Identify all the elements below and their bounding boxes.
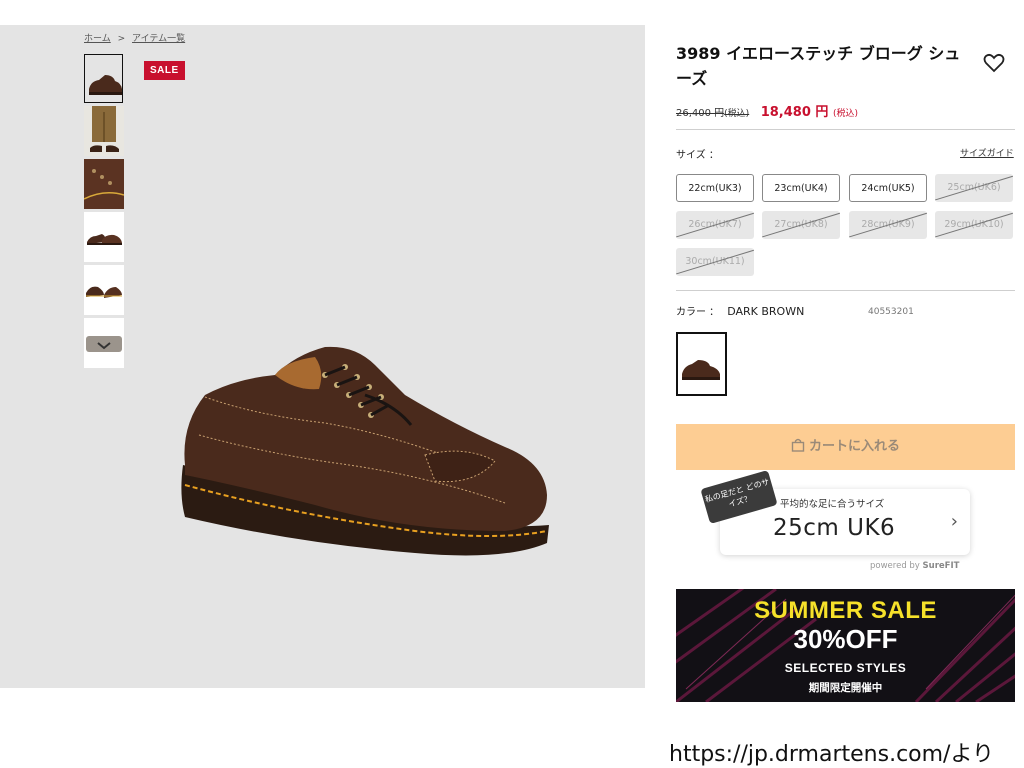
thumbnail-4[interactable] [84, 212, 124, 262]
size-option-29[interactable]: 29cm(UK10) [935, 211, 1013, 239]
size-guide-link[interactable]: サイズガイド [960, 146, 1014, 159]
old-price: 26,400 円(税込) [676, 108, 750, 119]
size-label: サイズ ： [676, 150, 719, 161]
color-swatch-dark-brown[interactable] [676, 332, 727, 396]
sale-price: 18,480 円 (税込) [760, 105, 858, 120]
thumbnail-5[interactable] [84, 265, 124, 315]
thumbnail-1[interactable] [84, 54, 123, 103]
thumbnail-2[interactable] [84, 106, 124, 156]
source-note: https://jp.drmartens.com/より [669, 742, 995, 767]
price-block: 26,400 円(税込) 18,480 円 (税込) [676, 101, 858, 120]
size-option-25[interactable]: 25cm(UK6) [935, 174, 1013, 202]
sale-price-tax: (税込) [832, 109, 858, 119]
size-option-28[interactable]: 28cm(UK9) [849, 211, 927, 239]
product-code: 40553201 [868, 307, 914, 317]
chevron-right-icon: › [950, 511, 958, 532]
size-option-23[interactable]: 23cm(UK4) [762, 174, 840, 202]
breadcrumb: ホーム > アイテム一覧 [84, 31, 189, 44]
divider [676, 290, 1015, 291]
old-price-tax: (税込) [724, 109, 750, 119]
banner-line-2: 30%OFF [793, 624, 898, 654]
divider [676, 129, 1015, 130]
surefit-subtitle: 平均的な足に合うサイズ [780, 499, 885, 510]
color-row: カラー ： DARK BROWN [676, 303, 804, 318]
banner-line-3: SELECTED STYLES [784, 661, 907, 675]
banner-line-4: 期間限定開催中 [808, 682, 883, 694]
sale-badge: SALE [144, 61, 185, 80]
powered-by: powered by SureFIT [870, 561, 960, 571]
size-option-30[interactable]: 30cm(UK11) [676, 248, 754, 276]
breadcrumb-item-list[interactable]: アイテム一覧 [132, 34, 185, 44]
size-option-24[interactable]: 24cm(UK5) [849, 174, 927, 202]
thumbnail-6[interactable] [84, 318, 124, 368]
color-name: DARK BROWN [727, 305, 805, 318]
size-option-26[interactable]: 26cm(UK7) [676, 211, 754, 239]
size-option-27[interactable]: 27cm(UK8) [762, 211, 840, 239]
surefit-size: 25cm UK6 [773, 515, 896, 541]
banner-line-1: SUMMER SALE [754, 597, 937, 624]
size-option-22[interactable]: 22cm(UK3) [676, 174, 754, 202]
breadcrumb-home[interactable]: ホーム [84, 34, 111, 44]
thumbnail-list [84, 54, 126, 371]
summer-sale-banner[interactable]: SUMMER SALE 30%OFF SELECTED STYLES 期間限定開… [676, 589, 1015, 702]
main-product-image[interactable] [175, 335, 555, 584]
add-to-cart-button[interactable]: カートに入れる [676, 424, 1015, 470]
color-label: カラー ： [676, 307, 720, 318]
thumbnail-3[interactable] [84, 159, 124, 209]
heart-icon[interactable] [983, 53, 1005, 77]
breadcrumb-separator: > [117, 34, 126, 44]
add-to-cart-label: カートに入れる [808, 439, 900, 454]
cart-bag-icon [791, 438, 805, 452]
product-title: 3989 イエローステッチ ブローグ シューズ [676, 44, 961, 88]
